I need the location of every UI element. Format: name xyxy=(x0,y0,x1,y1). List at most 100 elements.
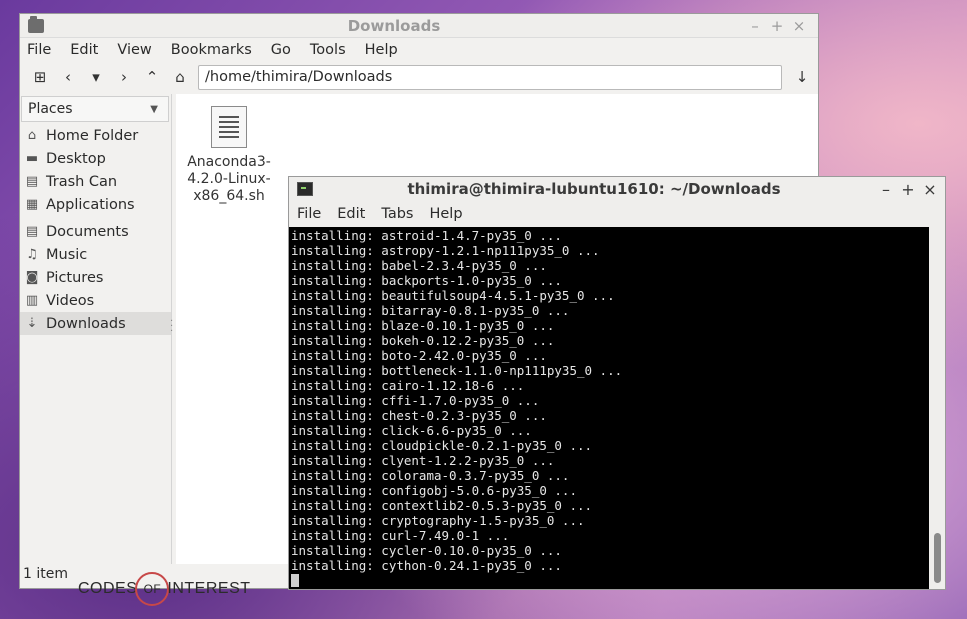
go-arrow-icon[interactable]: ↓ xyxy=(788,64,816,90)
file-manager-titlebar[interactable]: Downloads – + × xyxy=(20,14,818,38)
terminal-line: installing: blaze-0.10.1-py35_0 ... xyxy=(291,318,555,333)
terminal-line: installing: cffi-1.7.0-py35_0 ... xyxy=(291,393,540,408)
scrollbar-thumb[interactable] xyxy=(934,533,941,583)
terminal-line: installing: chest-0.2.3-py35_0 ... xyxy=(291,408,547,423)
menu-tabs[interactable]: Tabs xyxy=(381,206,413,222)
terminal-icon xyxy=(297,182,313,196)
pictures-icon: ◙ xyxy=(25,270,39,285)
home-icon[interactable]: ⌂ xyxy=(166,64,194,90)
sidebar-item-label: Pictures xyxy=(46,269,104,286)
terminal-line: installing: boto-2.42.0-py35_0 ... xyxy=(291,348,547,363)
terminal-output[interactable]: installing: astroid-1.4.7-py35_0 ... ins… xyxy=(289,227,931,589)
trash-icon: ▤ xyxy=(25,174,39,189)
menu-help[interactable]: Help xyxy=(365,42,398,58)
terminal-line: installing: astroid-1.4.7-py35_0 ... xyxy=(291,228,562,243)
path-input[interactable]: /home/thimira/Downloads xyxy=(198,64,782,90)
menu-bar: File Edit View Bookmarks Go Tools Help xyxy=(20,38,818,62)
terminal-line: installing: bokeh-0.12.2-py35_0 ... xyxy=(291,333,555,348)
window-title: Downloads xyxy=(347,16,441,35)
documents-icon: ▤ xyxy=(25,224,39,239)
terminal-title: thimira@thimira-lubuntu1610: ~/Downloads xyxy=(407,180,781,198)
menu-file[interactable]: File xyxy=(297,206,321,222)
file-item[interactable]: Anaconda3- 4.2.0-Linux- x86_64.sh xyxy=(184,106,274,205)
sidebar-item-label: Home Folder xyxy=(46,127,139,144)
terminal-line: installing: cairo-1.12.18-6 ... xyxy=(291,378,525,393)
sidebar-item-label: Applications xyxy=(46,196,135,213)
maximize-button[interactable]: + xyxy=(766,17,788,35)
up-icon[interactable]: ⌃ xyxy=(138,64,166,90)
terminal-line: installing: babel-2.3.4-py35_0 ... xyxy=(291,258,547,273)
sidebar-item-label: Trash Can xyxy=(46,173,118,190)
sidebar-item-label: Desktop xyxy=(46,150,106,167)
forward-icon[interactable]: › xyxy=(110,64,138,90)
sidebar-item-downloads[interactable]: ⇣ Downloads xyxy=(20,312,171,335)
sidebar-item-label: Music xyxy=(46,246,88,263)
text-file-icon xyxy=(211,106,247,148)
status-bar-text: 1 item xyxy=(23,566,68,582)
watermark-text: INTEREST xyxy=(167,580,251,597)
menu-tools[interactable]: Tools xyxy=(310,42,346,58)
videos-icon: ▥ xyxy=(25,293,39,308)
toolbar: ⊞ ‹ ▾ › ⌃ ⌂ /home/thimira/Downloads ↓ xyxy=(20,62,818,92)
new-tab-icon[interactable]: ⊞ xyxy=(26,64,54,90)
file-name-line: x86_64.sh xyxy=(193,188,265,204)
back-icon[interactable]: ‹ xyxy=(54,64,82,90)
chevron-down-icon: ▼ xyxy=(150,103,158,115)
file-name-line: Anaconda3- xyxy=(187,154,271,170)
sidebar-item-documents[interactable]: ▤ Documents xyxy=(20,220,171,243)
terminal-line: installing: curl-7.49.0-1 ... xyxy=(291,528,510,543)
side-pane: Places ▼ ⌂ Home Folder ▬ Desktop ▤ Trash… xyxy=(20,94,172,564)
downloads-icon: ⇣ xyxy=(26,316,38,331)
terminal-cursor xyxy=(291,574,299,587)
terminal-line: installing: beautifulsoup4-4.5.1-py35_0 … xyxy=(291,288,615,303)
close-button[interactable]: × xyxy=(788,17,810,35)
music-icon: ♫ xyxy=(26,247,38,262)
home-icon: ⌂ xyxy=(27,128,37,143)
sidebar-item-label: Videos xyxy=(46,292,95,309)
terminal-line: installing: configobj-5.0.6-py35_0 ... xyxy=(291,483,577,498)
terminal-line: installing: backports-1.0-py35_0 ... xyxy=(291,273,562,288)
sidebar-item-music[interactable]: ♫ Music xyxy=(20,243,171,266)
terminal-line: installing: bottleneck-1.1.0-np111py35_0… xyxy=(291,363,623,378)
sidebar-item-videos[interactable]: ▥ Videos xyxy=(20,289,171,312)
sidebar-item-trash-can[interactable]: ▤ Trash Can xyxy=(20,170,171,193)
menu-bookmarks[interactable]: Bookmarks xyxy=(171,42,252,58)
sidebar-item-desktop[interactable]: ▬ Desktop xyxy=(20,147,171,170)
terminal-line: installing: astropy-1.2.1-np111py35_0 ..… xyxy=(291,243,600,258)
terminal-line: installing: clyent-1.2.2-py35_0 ... xyxy=(291,453,555,468)
terminal-line: installing: cython-0.24.1-py35_0 ... xyxy=(291,558,562,573)
applications-icon: ▦ xyxy=(25,197,39,212)
menu-edit[interactable]: Edit xyxy=(337,206,365,222)
terminal-window: thimira@thimira-lubuntu1610: ~/Downloads… xyxy=(288,176,946,590)
file-name-line: 4.2.0-Linux- xyxy=(187,171,271,187)
terminal-line: installing: cycler-0.10.0-py35_0 ... xyxy=(291,543,562,558)
menu-help[interactable]: Help xyxy=(429,206,462,222)
sidebar-item-home-folder[interactable]: ⌂ Home Folder xyxy=(20,124,171,147)
history-dropdown-icon[interactable]: ▾ xyxy=(82,64,110,90)
sidebar-item-applications[interactable]: ▦ Applications xyxy=(20,193,171,216)
minimize-button[interactable]: – xyxy=(744,17,766,35)
terminal-line: installing: cloudpickle-0.2.1-py35_0 ... xyxy=(291,438,593,453)
maximize-button[interactable]: + xyxy=(897,180,919,199)
terminal-line: installing: bitarray-0.8.1-py35_0 ... xyxy=(291,303,570,318)
minimize-button[interactable]: – xyxy=(875,180,897,199)
side-pane-mode-select[interactable]: Places ▼ xyxy=(21,96,169,122)
menu-view[interactable]: View xyxy=(117,42,151,58)
menu-go[interactable]: Go xyxy=(271,42,291,58)
sidebar-item-label: Downloads xyxy=(46,315,126,332)
close-button[interactable]: × xyxy=(919,180,941,199)
menu-edit[interactable]: Edit xyxy=(70,42,98,58)
terminal-titlebar[interactable]: thimira@thimira-lubuntu1610: ~/Downloads… xyxy=(289,177,945,201)
terminal-line: installing: cryptography-1.5-py35_0 ... xyxy=(291,513,585,528)
terminal-line: installing: contextlib2-0.5.3-py35_0 ... xyxy=(291,498,593,513)
terminal-scrollbar[interactable] xyxy=(929,227,945,589)
watermark: CODES OF INTEREST xyxy=(78,572,251,606)
sidebar-item-label: Documents xyxy=(46,223,129,240)
places-label: Places xyxy=(28,101,73,117)
terminal-menu-bar: File Edit Tabs Help xyxy=(289,201,945,226)
folder-icon xyxy=(28,15,44,33)
watermark-text: CODES xyxy=(78,580,138,597)
pane-resize-handle[interactable]: · · · xyxy=(170,317,174,337)
menu-file[interactable]: File xyxy=(27,42,51,58)
sidebar-item-pictures[interactable]: ◙ Pictures xyxy=(20,266,171,289)
